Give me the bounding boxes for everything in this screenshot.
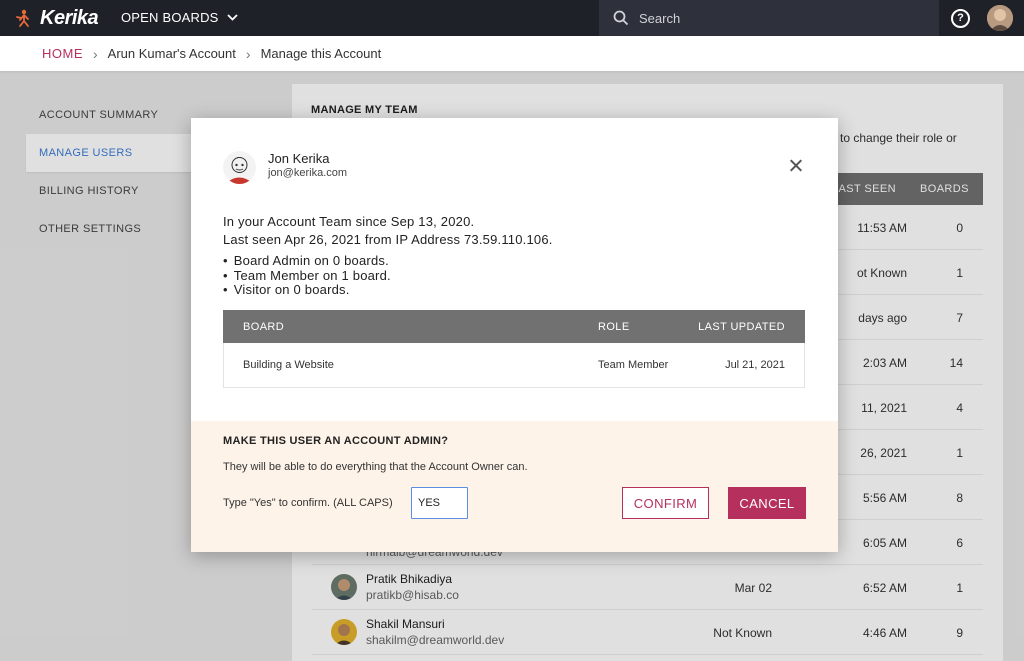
search-input[interactable] [639, 10, 919, 26]
board-name-cell[interactable]: Building a Website [243, 359, 334, 371]
search-icon [613, 10, 629, 26]
role-summary-list: Board Admin on 0 boards. Team Member on … [223, 253, 391, 298]
breadcrumb-current: Manage this Account [260, 46, 382, 61]
user-avatar[interactable] [987, 5, 1013, 31]
make-admin-section: MAKE THIS USER AN ACCOUNT ADMIN? They wi… [191, 421, 838, 552]
breadcrumb: HOME › Arun Kumar's Account › Manage thi… [0, 36, 1024, 71]
confirm-button[interactable]: CONFIRM [622, 487, 709, 519]
user-avatar-image [987, 5, 1013, 31]
chevron-right-icon: › [93, 45, 98, 62]
confirm-instruction-label: Type "Yes" to confirm. (ALL CAPS) [223, 497, 393, 509]
cancel-button[interactable]: CANCEL [728, 487, 806, 519]
open-boards-label: OPEN BOARDS [121, 10, 219, 25]
chevron-right-icon: › [245, 45, 251, 62]
dialog-user-name: Jon Kerika [268, 151, 330, 166]
column-board: BOARD [243, 321, 285, 333]
column-role: ROLE [598, 321, 630, 333]
breadcrumb-home[interactable]: HOME [42, 46, 83, 61]
help-icon[interactable]: ? [951, 9, 970, 28]
chevron-down-icon [226, 14, 238, 21]
last-updated-cell: Jul 21, 2021 [725, 359, 785, 371]
user-boards-table: BOARD ROLE LAST UPDATED Building a Websi… [223, 310, 805, 388]
role-summary-item: Board Admin on 0 boards. [223, 253, 391, 269]
column-last-updated: LAST UPDATED [698, 321, 785, 333]
role-cell: Team Member [598, 359, 669, 371]
user-details-dialog: Jon Kerika jon@kerika.com In your Accoun… [191, 118, 838, 552]
table-row[interactable]: Building a Website Team Member Jul 21, 2… [224, 343, 804, 387]
make-admin-description: They will be able to do everything that … [223, 461, 528, 473]
last-seen-text: Last seen Apr 26, 2021 from IP Address 7… [223, 232, 553, 247]
team-since-text: In your Account Team since Sep 13, 2020. [223, 214, 475, 229]
breadcrumb-account[interactable]: Arun Kumar's Account [108, 46, 236, 61]
top-navigation-bar: Kerika OPEN BOARDS ? [0, 0, 1024, 36]
confirm-yes-input[interactable] [411, 487, 468, 519]
user-boards-table-header: BOARD ROLE LAST UPDATED [223, 310, 805, 343]
role-summary-item: Team Member on 1 board. [223, 268, 391, 284]
search-bar[interactable] [599, 0, 939, 36]
logo-text: Kerika [40, 6, 99, 29]
kerika-logo-icon [16, 9, 29, 27]
open-boards-menu[interactable]: OPEN BOARDS [121, 10, 238, 25]
dialog-user-email: jon@kerika.com [268, 167, 348, 179]
make-admin-title: MAKE THIS USER AN ACCOUNT ADMIN? [223, 435, 449, 447]
avatar [223, 151, 256, 184]
close-icon[interactable] [786, 156, 806, 176]
role-summary-item: Visitor on 0 boards. [223, 282, 391, 298]
kerika-logo[interactable]: Kerika [14, 5, 99, 31]
